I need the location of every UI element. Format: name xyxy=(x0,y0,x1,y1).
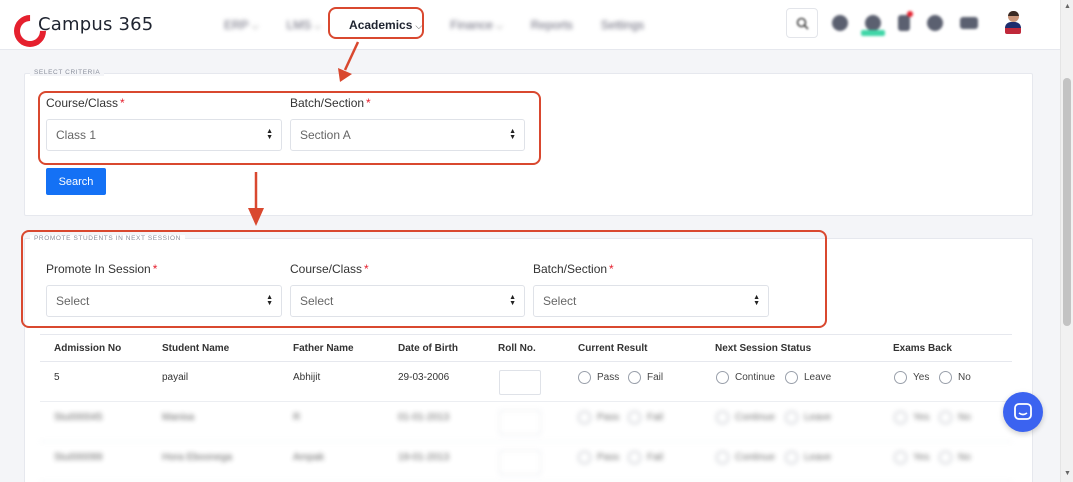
cell-admission-no: Stu000045 xyxy=(54,412,103,423)
search-icon xyxy=(796,17,809,30)
cell-dob: 19-01-2013 xyxy=(398,452,450,463)
alert-icon[interactable] xyxy=(898,11,913,31)
annotation-arrow-icon xyxy=(248,172,264,226)
radio-yes[interactable]: Yes xyxy=(894,371,929,384)
grid-icon[interactable] xyxy=(960,17,978,29)
notification-icon[interactable] xyxy=(832,15,848,31)
radio-fail[interactable]: Fail xyxy=(628,411,663,424)
campus-logo-icon xyxy=(14,15,34,35)
radio-leave[interactable]: Leave xyxy=(785,411,831,424)
chat-icon xyxy=(1014,403,1032,420)
page-scrollbar[interactable]: ▲ ▼ xyxy=(1060,0,1073,482)
radio-pass[interactable]: Pass xyxy=(578,451,619,464)
cell-father-name: Ampak xyxy=(293,452,325,463)
scroll-down-icon[interactable]: ▼ xyxy=(1064,470,1071,477)
scroll-up-icon[interactable]: ▲ xyxy=(1064,3,1071,10)
radio-leave[interactable]: Leave xyxy=(785,451,831,464)
cell-student-name: Hora Eboonega xyxy=(162,452,233,463)
table-row: Stu000045 Manisa R 01-01-2013 Pass Fail … xyxy=(40,402,1012,442)
header-search-button[interactable] xyxy=(786,8,818,38)
students-table-header: Admission No Student Name Father Name Da… xyxy=(40,334,1012,362)
promote-highlight xyxy=(21,230,827,328)
radio-leave[interactable]: Leave xyxy=(785,371,831,384)
avatar[interactable] xyxy=(1005,11,1021,35)
roll-no-input[interactable] xyxy=(499,370,541,395)
search-button[interactable]: Search xyxy=(46,168,106,195)
cell-admission-no: 5 xyxy=(54,372,60,383)
col-father-name: Father Name xyxy=(293,343,354,354)
radio-no[interactable]: No xyxy=(939,411,971,424)
brand-logo[interactable]: Campus 365 xyxy=(14,14,153,35)
main-nav: ERP ⌵ LMS ⌵ Academics ⌵ Finance ⌵ Reports Se… xyxy=(224,0,672,50)
nav-item-finance[interactable]: Finance ⌵ xyxy=(450,18,503,32)
roll-no-input[interactable] xyxy=(499,450,541,475)
table-row: Stu000099 Hora Eboonega Ampak 19-01-2013… xyxy=(40,442,1012,482)
cell-dob: 29-03-2006 xyxy=(398,372,450,383)
nav-item-lms[interactable]: LMS ⌵ xyxy=(287,18,322,32)
select-criteria-legend: SELECT CRITERIA xyxy=(30,69,105,76)
header-actions xyxy=(786,8,1021,38)
brand-name: Campus 365 xyxy=(38,14,154,35)
col-dob: Date of Birth xyxy=(398,343,458,354)
radio-yes[interactable]: Yes xyxy=(894,451,929,464)
help-icon[interactable] xyxy=(927,15,943,31)
col-exams-back: Exams Back xyxy=(893,343,952,354)
cell-father-name: Abhijit xyxy=(293,372,321,383)
nav-item-reports[interactable]: Reports xyxy=(531,18,573,32)
annotation-arrow-icon xyxy=(338,41,360,82)
cell-admission-no: Stu000099 xyxy=(54,452,103,463)
col-current-result: Current Result xyxy=(578,343,648,354)
user-status-icon[interactable] xyxy=(861,15,885,36)
radio-pass[interactable]: Pass xyxy=(578,411,619,424)
cell-student-name: payail xyxy=(162,372,189,383)
table-row: 5 payail Abhijit 29-03-2006 Pass Fail Co… xyxy=(40,362,1012,402)
nav-item-settings[interactable]: Settings xyxy=(601,18,644,32)
radio-continue[interactable]: Continue xyxy=(716,411,775,424)
cell-father-name: R xyxy=(293,412,301,423)
cell-dob: 01-01-2013 xyxy=(398,412,450,423)
nav-item-erp[interactable]: ERP ⌵ xyxy=(224,18,259,32)
academics-highlight xyxy=(328,7,424,39)
radio-no[interactable]: No xyxy=(939,371,971,384)
radio-yes[interactable]: Yes xyxy=(894,411,929,424)
chat-launcher-button[interactable] xyxy=(1003,392,1043,432)
col-admission-no: Admission No xyxy=(54,343,122,354)
col-student-name: Student Name xyxy=(162,343,230,354)
radio-continue[interactable]: Continue xyxy=(716,451,775,464)
scroll-thumb[interactable] xyxy=(1063,78,1071,326)
radio-fail[interactable]: Fail xyxy=(628,371,663,384)
criteria-highlight xyxy=(38,91,541,165)
radio-no[interactable]: No xyxy=(939,451,971,464)
roll-no-input[interactable] xyxy=(499,410,541,435)
radio-fail[interactable]: Fail xyxy=(628,451,663,464)
cell-student-name: Manisa xyxy=(162,412,195,423)
col-next-session-status: Next Session Status xyxy=(715,343,812,354)
radio-continue[interactable]: Continue xyxy=(716,371,775,384)
top-navbar: Campus 365 ERP ⌵ LMS ⌵ Academics ⌵ Finance ⌵… xyxy=(0,0,1060,50)
radio-pass[interactable]: Pass xyxy=(578,371,619,384)
col-roll-no: Roll No. xyxy=(498,343,536,354)
